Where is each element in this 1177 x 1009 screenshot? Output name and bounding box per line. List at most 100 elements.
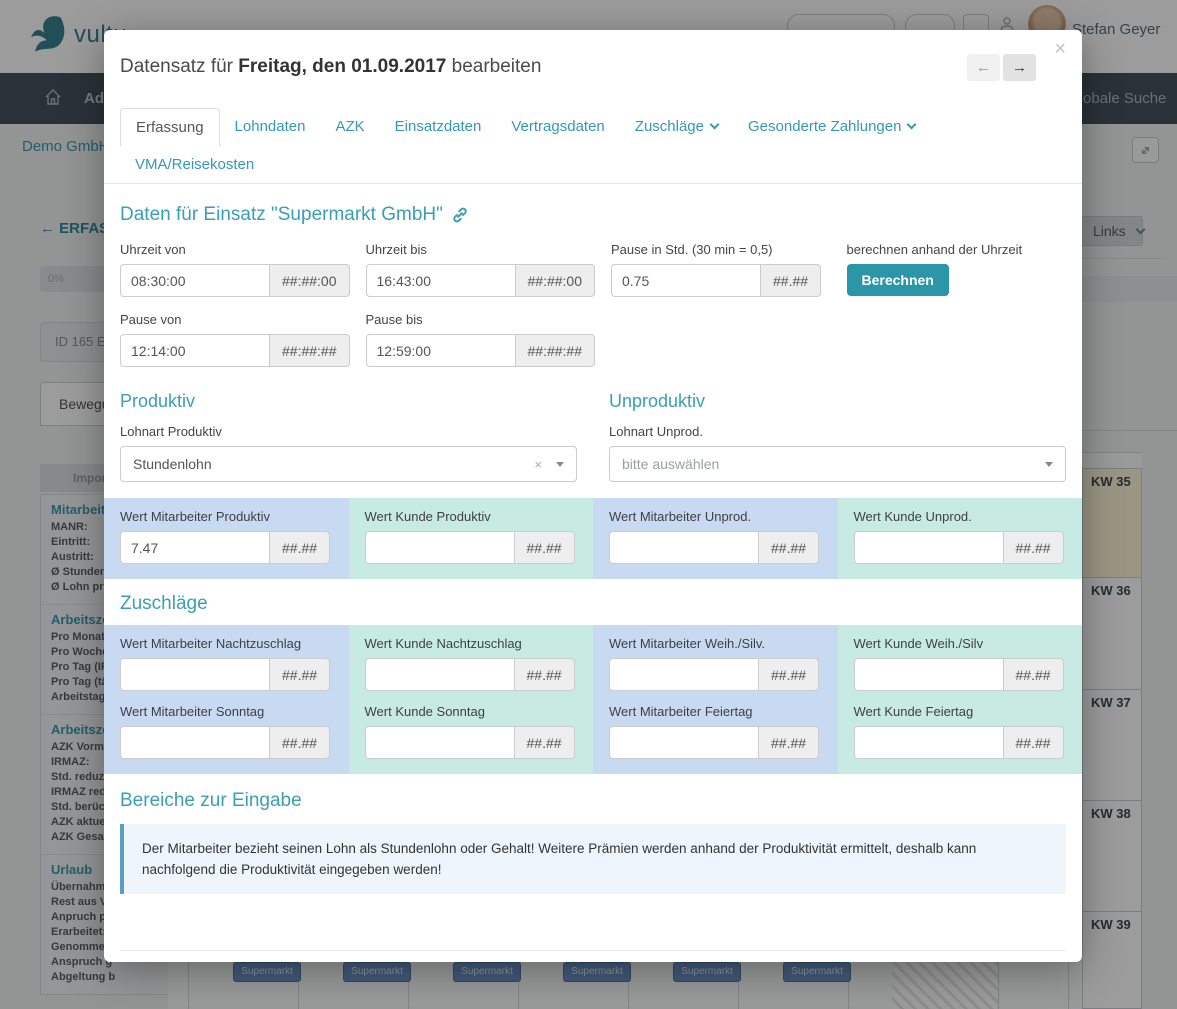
lohnart-produktiv-select[interactable]: Stundenlohn × (120, 446, 577, 482)
tab-label: Zuschläge (634, 118, 704, 135)
berechnen-button[interactable]: Berechnen (846, 264, 949, 296)
tab-erfassung[interactable]: Erfassung (120, 108, 220, 146)
field-label: Lohnart Unprod. (609, 424, 703, 439)
field-label: Uhrzeit bis (365, 242, 427, 257)
wert-mitarbeiter-unprod-cell: Wert Mitarbeiter Unprod. ##.## (593, 498, 838, 579)
input-mask-addon: ##:##:00 (514, 264, 595, 297)
wert-kunde-unprod-cell: Wert Kunde Unprod. ##.## (837, 498, 1082, 579)
tab-vertragsdaten[interactable]: Vertragsdaten (496, 108, 619, 146)
wert-kunde-weih-silv-input[interactable] (853, 658, 1003, 691)
field-label: Wert Mitarbeiter Weih./Silv. (609, 636, 766, 651)
field-label: Pause von (120, 312, 182, 327)
chevron-down-icon (907, 119, 917, 130)
tab-gesonderte-zahlungen[interactable]: Gesonderte Zahlungen (733, 108, 930, 146)
application-window: vultu Stefan Geyer Adr Globale Suche Dem… (0, 0, 1177, 1009)
tab-row-2: VMA/Reisekosten (120, 146, 1066, 183)
tab-vma-reisekosten[interactable]: VMA/Reisekosten (120, 146, 269, 183)
time-fields-row-2: Pause von ##:##:## Pause bis ##:##:## (120, 312, 1066, 367)
einsatz-heading-text: Daten für Einsatz "Supermarkt GmbH" (120, 204, 443, 225)
zuschlaege-band: Wert Mitarbeiter Nachtzuschlag ##.## Wer… (104, 625, 1082, 774)
pause-std-input[interactable] (611, 264, 760, 297)
modal-content: Daten für Einsatz "Supermarkt GmbH" Uhrz… (104, 204, 1082, 950)
wert-mitarbeiter-unprod-input[interactable] (609, 531, 758, 564)
field-label: Wert Kunde Produktiv (364, 509, 491, 524)
wert-mitarbeiter-feiertag-input[interactable] (609, 726, 758, 759)
input-mask-addon: ##.## (269, 658, 331, 691)
field-label: Pause in Std. (30 min = 0,5) (611, 242, 773, 257)
input-mask-addon: ##:##:00 (269, 264, 350, 297)
wert-kunde-sonntag-input[interactable] (364, 726, 514, 759)
clear-selection-icon[interactable]: × (534, 457, 542, 472)
modal-tabs: Erfassung Lohndaten AZK Einsatzdaten Ver… (104, 108, 1082, 184)
zuschlaege-col-mitarbeiter-2: Wert Mitarbeiter Weih./Silv. ##.## Wert … (593, 625, 838, 774)
wert-mitarbeiter-sonntag-input[interactable] (120, 726, 269, 759)
chevron-down-icon (709, 119, 720, 130)
close-icon[interactable]: × (1054, 38, 1066, 61)
title-date: Freitag, den 01.09.2017 (238, 56, 447, 77)
wert-mitarbeiter-nachtzuschlag-input[interactable] (120, 658, 269, 691)
tab-azk[interactable]: AZK (320, 108, 379, 146)
unproduktiv-heading: Unproduktiv (609, 391, 706, 411)
field-uhrzeit-bis: Uhrzeit bis ##:##:00 (365, 242, 595, 297)
field-label: berechnen anhand der Uhrzeit (846, 242, 1023, 257)
wert-mitarbeiter-weih-silv-input[interactable] (609, 658, 758, 691)
lohnart-unproduktiv-select[interactable]: bitte auswählen (609, 446, 1066, 482)
tab-row-1: Erfassung Lohndaten AZK Einsatzdaten Ver… (120, 108, 1066, 146)
wert-mitarbeiter-produktiv-input[interactable] (120, 531, 269, 564)
field-label: Lohnart Produktiv (120, 424, 222, 439)
field-berechnen: berechnen anhand der Uhrzeit Berechnen (846, 242, 1067, 297)
input-mask-addon: ##.## (269, 726, 331, 759)
select-value: Stundenlohn (133, 456, 212, 472)
field-pause-std: Pause in Std. (30 min = 0,5) ##.## (611, 242, 831, 297)
title-suffix: bearbeiten (446, 56, 542, 77)
field-label: Wert Mitarbeiter Produktiv (120, 509, 271, 524)
wert-kunde-produktiv-cell: Wert Kunde Produktiv ##.## (348, 498, 593, 579)
input-mask-addon: ##.## (513, 658, 575, 691)
pause-von-input[interactable] (120, 334, 269, 367)
field-pause-bis: Pause bis ##:##:## (365, 312, 595, 367)
wert-kunde-nachtzuschlag-input[interactable] (364, 658, 514, 691)
zuschlaege-col-kunde-1: Wert Kunde Nachtzuschlag ##.## Wert Kund… (348, 625, 593, 774)
zuschlaege-col-kunde-2: Wert Kunde Weih./Silv ##.## Wert Kunde F… (837, 625, 1082, 774)
pause-bis-input[interactable] (365, 334, 515, 367)
link-icon[interactable] (451, 206, 469, 224)
input-mask-addon: ##.## (513, 726, 575, 759)
field-label: Wert Mitarbeiter Sonntag (120, 704, 265, 719)
field-label: Wert Kunde Nachtzuschlag (364, 636, 522, 651)
wert-band: Wert Mitarbeiter Produktiv ##.## Wert Ku… (104, 498, 1082, 579)
lohnart-section: Produktiv Lohnart Produktiv Stundenlohn … (120, 391, 1066, 482)
tab-label: Gesonderte Zahlungen (748, 118, 902, 135)
modal-header: Datensatz für Freitag, den 01.09.2017 be… (104, 30, 1082, 78)
info-message: Der Mitarbeiter bezieht seinen Lohn als … (120, 824, 1066, 894)
produktiv-heading: Produktiv (120, 391, 196, 411)
input-mask-addon: ##:##:## (269, 334, 350, 367)
field-label: Wert Kunde Sonntag (364, 704, 485, 719)
zuschlaege-heading: Zuschläge (120, 593, 208, 614)
input-mask-addon: ##.## (269, 531, 331, 564)
input-mask-addon: ##.## (758, 658, 820, 691)
input-mask-addon: ##.## (1002, 726, 1064, 759)
produktiv-column: Produktiv Lohnart Produktiv Stundenlohn … (120, 391, 577, 482)
next-record-button[interactable]: → (1003, 54, 1036, 81)
uhrzeit-bis-input[interactable] (365, 264, 515, 297)
wert-kunde-unprod-input[interactable] (853, 531, 1003, 564)
input-mask-addon: ##.## (760, 264, 822, 297)
field-label: Wert Kunde Feiertag (853, 704, 974, 719)
wert-kunde-produktiv-input[interactable] (364, 531, 514, 564)
tab-einsatzdaten[interactable]: Einsatzdaten (380, 108, 497, 146)
dropdown-caret-icon (556, 461, 564, 467)
time-fields-row-1: Uhrzeit von ##:##:00 Uhrzeit bis ##:##:0… (120, 242, 1066, 297)
tab-zuschlaege[interactable]: Zuschläge (620, 108, 733, 146)
previous-record-button[interactable]: ← (967, 54, 1000, 81)
select-placeholder: bitte auswählen (622, 456, 720, 472)
wert-kunde-feiertag-input[interactable] (853, 726, 1003, 759)
edit-record-modal: × ← → Datensatz für Freitag, den 01.09.2… (104, 30, 1082, 962)
dropdown-caret-icon (1045, 461, 1053, 467)
tab-lohndaten[interactable]: Lohndaten (220, 108, 321, 146)
field-label: Pause bis (365, 312, 423, 327)
zuschlaege-col-mitarbeiter-1: Wert Mitarbeiter Nachtzuschlag ##.## Wer… (104, 625, 349, 774)
uhrzeit-von-input[interactable] (120, 264, 269, 297)
input-mask-addon: ##:##:## (514, 334, 595, 367)
field-label: Wert Mitarbeiter Feiertag (609, 704, 753, 719)
